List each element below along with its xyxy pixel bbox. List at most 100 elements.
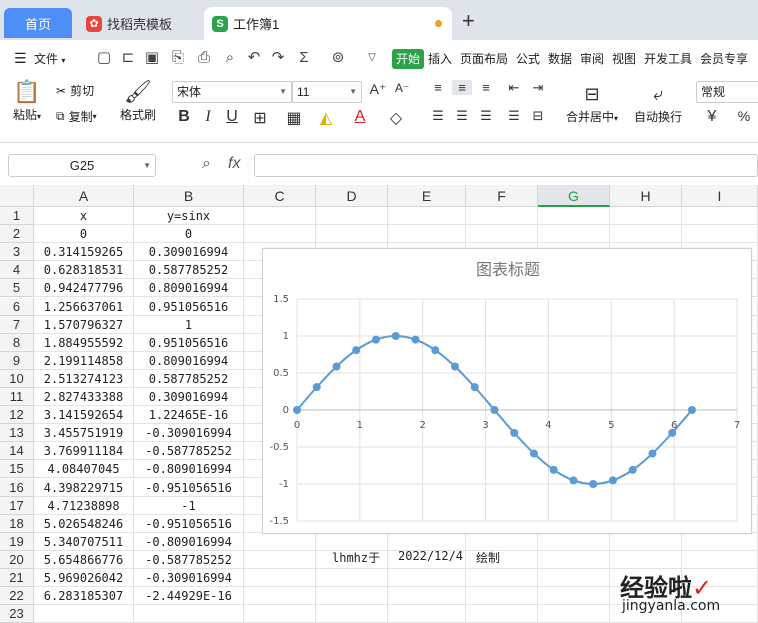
tab-formula[interactable]: 公式 — [516, 50, 540, 67]
formula-input[interactable] — [254, 154, 758, 177]
cell[interactable] — [538, 569, 610, 587]
percent-button[interactable]: % — [734, 108, 754, 124]
cell[interactable]: 0.942477796 — [34, 279, 134, 298]
cell[interactable]: -2.44929E-16 — [134, 587, 244, 606]
cell[interactable] — [466, 587, 538, 606]
function-icon[interactable]: fx — [228, 155, 240, 173]
cell-fill-icon[interactable]: ▦ — [284, 108, 304, 128]
zoom-search-icon[interactable]: ⌕ — [202, 155, 211, 173]
column-header-h[interactable]: H — [610, 185, 682, 207]
new-tab-button[interactable]: + — [462, 8, 475, 34]
row-header[interactable]: 5 — [0, 279, 34, 298]
align-center-icon[interactable]: ☰ — [452, 108, 472, 124]
cell[interactable] — [538, 225, 610, 244]
format-painter-button[interactable]: 🖌 格式刷 — [118, 78, 158, 123]
cell[interactable]: 0.587785252 — [134, 261, 244, 280]
cell[interactable]: -0.309016994 — [134, 424, 244, 443]
row-header[interactable]: 2 — [0, 225, 34, 244]
cell[interactable]: 4.71238898 — [34, 496, 134, 515]
cell[interactable]: -1 — [134, 496, 244, 515]
cell[interactable]: 5.969026042 — [34, 569, 134, 587]
row-header[interactable]: 9 — [0, 351, 34, 370]
export-pdf-icon[interactable]: ⎘ — [168, 48, 188, 68]
row-header[interactable]: 11 — [0, 388, 34, 406]
cell[interactable] — [610, 207, 682, 225]
cell[interactable] — [316, 569, 388, 587]
cell[interactable]: 2.827433388 — [34, 388, 134, 406]
row-header[interactable]: 18 — [0, 514, 34, 533]
cell[interactable]: 0 — [134, 225, 244, 244]
tab-page-layout[interactable]: 页面布局 — [460, 50, 508, 67]
cell[interactable]: 0.951056516 — [134, 297, 244, 316]
cell[interactable] — [316, 605, 388, 623]
save-icon[interactable]: ▣ — [142, 48, 162, 68]
cell[interactable]: 0.809016994 — [134, 279, 244, 298]
paste-button[interactable]: 📋 粘贴▾ — [10, 78, 44, 123]
new-icon[interactable]: ▢ — [94, 48, 114, 68]
cell[interactable] — [682, 532, 758, 551]
cell[interactable]: 1.256637061 — [34, 297, 134, 316]
cell[interactable]: y=sinx — [134, 207, 244, 225]
cell[interactable] — [538, 605, 610, 623]
menu-icon[interactable]: ☰ — [14, 50, 27, 67]
cell[interactable] — [538, 532, 610, 551]
cell[interactable]: 2.513274123 — [34, 369, 134, 388]
row-header[interactable]: 13 — [0, 424, 34, 443]
sum-icon[interactable]: Σ — [294, 48, 314, 68]
cell[interactable]: -0.809016994 — [134, 532, 244, 551]
cell[interactable]: 5.026548246 — [34, 514, 134, 533]
bold-button[interactable]: B — [174, 108, 194, 126]
cell[interactable] — [682, 550, 758, 569]
tab-review[interactable]: 审阅 — [580, 50, 604, 67]
justify-icon[interactable]: ☰ — [504, 108, 524, 124]
redo-icon[interactable]: ↷ — [268, 48, 288, 68]
print-preview-icon[interactable]: ⌕ — [220, 48, 240, 68]
row-header[interactable]: 22 — [0, 587, 34, 606]
cell[interactable]: 0.309016994 — [134, 243, 244, 262]
cell[interactable]: 4.398229715 — [34, 478, 134, 497]
column-header-g[interactable]: G — [538, 185, 610, 207]
select-all-corner[interactable] — [0, 185, 34, 207]
cell[interactable] — [466, 569, 538, 587]
cell[interactable]: 0.951056516 — [134, 333, 244, 352]
cell[interactable]: 1.884955592 — [34, 333, 134, 352]
cell[interactable]: 0.809016994 — [134, 351, 244, 370]
row-header[interactable]: 10 — [0, 369, 34, 388]
italic-button[interactable]: I — [198, 108, 218, 126]
cell[interactable] — [466, 207, 538, 225]
cell[interactable] — [388, 569, 466, 587]
cell[interactable]: -0.809016994 — [134, 460, 244, 479]
cell[interactable] — [244, 569, 316, 587]
cell[interactable] — [610, 550, 682, 569]
copy-button[interactable]: ⧉ 复制 ▾ — [56, 108, 97, 125]
cell[interactable]: 2.199114858 — [34, 351, 134, 370]
column-header-b[interactable]: B — [134, 185, 244, 207]
name-box[interactable]: G25 ▼ — [8, 154, 156, 177]
tab-member[interactable]: 会员专享 — [700, 50, 748, 67]
wrap-text-button[interactable]: ⤶ 自动换行 — [630, 80, 686, 125]
cell[interactable]: 0.628318531 — [34, 261, 134, 280]
cell[interactable]: -0.587785252 — [134, 442, 244, 461]
cell[interactable] — [388, 225, 466, 244]
indent-increase-icon[interactable]: ⇥ — [528, 80, 548, 96]
file-menu[interactable]: 文件 ▾ — [34, 50, 65, 67]
cell[interactable] — [244, 605, 316, 623]
row-header[interactable]: 7 — [0, 315, 34, 334]
fill-icon[interactable]: ⊚ — [328, 48, 348, 68]
font-shrink-button[interactable]: A⁻ — [392, 81, 412, 95]
row-header[interactable]: 20 — [0, 550, 34, 569]
cell[interactable]: -0.951056516 — [134, 478, 244, 497]
open-icon[interactable]: ⊏ — [118, 48, 138, 68]
tab-home[interactable]: 首页 — [4, 8, 72, 38]
cell[interactable]: 4.08407045 — [34, 460, 134, 479]
cell[interactable]: 0.587785252 — [134, 369, 244, 388]
tab-developer[interactable]: 开发工具 — [644, 50, 692, 67]
column-header-f[interactable]: F — [466, 185, 538, 207]
cell[interactable]: -0.587785252 — [134, 550, 244, 569]
font-color-icon[interactable]: A — [350, 108, 370, 126]
column-header-i[interactable]: I — [682, 185, 758, 207]
cut-button[interactable]: ✂ 剪切 — [56, 82, 94, 99]
tab-view[interactable]: 视图 — [612, 50, 636, 67]
cell[interactable] — [682, 207, 758, 225]
undo-icon[interactable]: ↶ — [244, 48, 264, 68]
